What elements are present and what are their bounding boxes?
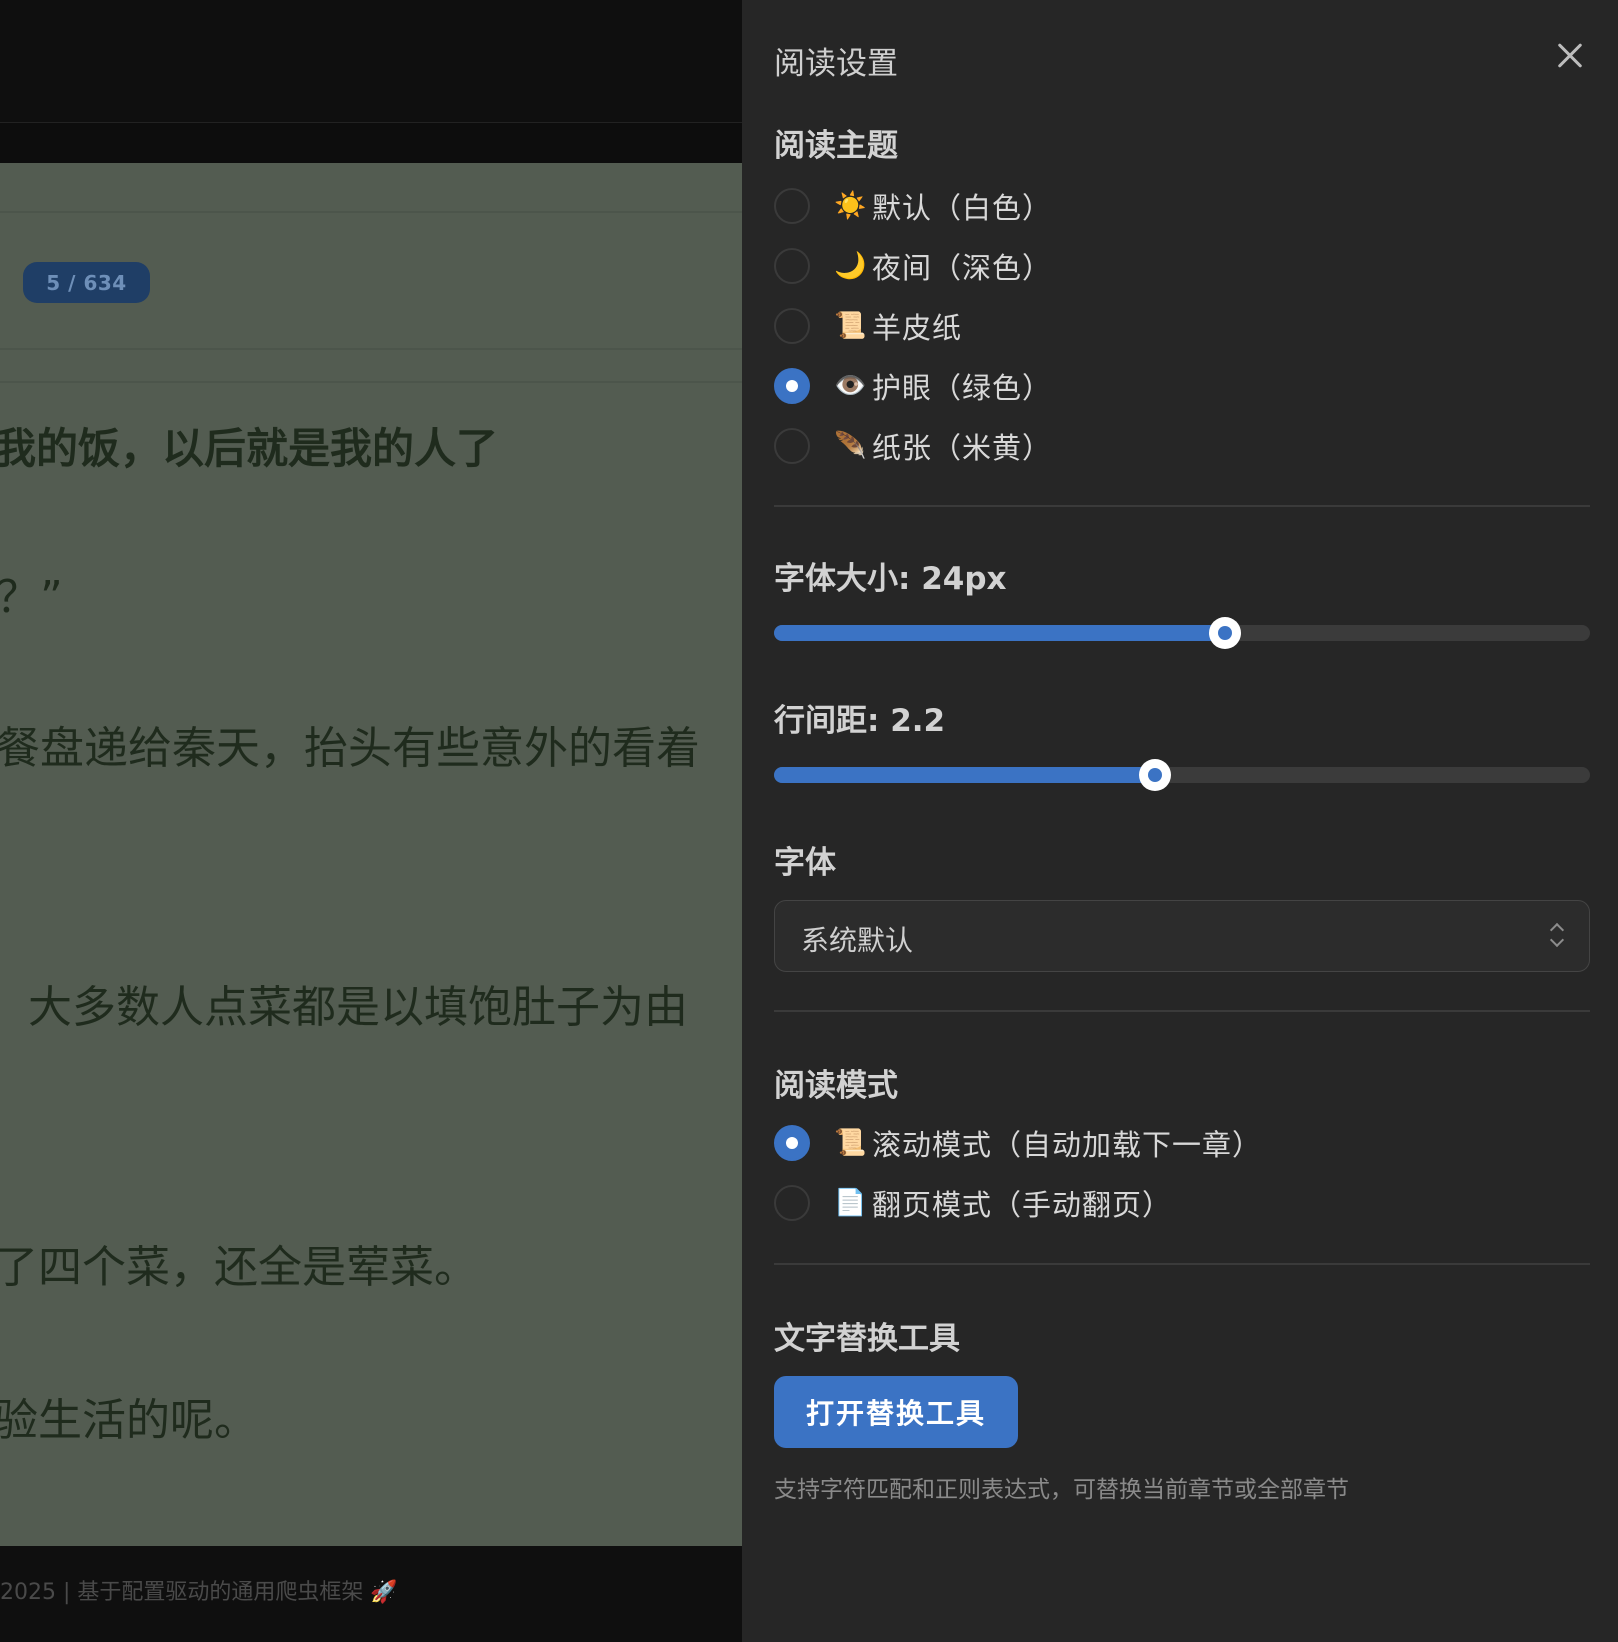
theme-option-label: 护眼（绿色） [872,371,1053,405]
footer-text: 2025 | 基于配置驱动的通用爬虫框架 🚀 [0,1580,398,1605]
radio-button[interactable] [774,248,810,284]
theme-option-label: 纸张（米黄） [872,431,1053,465]
scroll-icon: 📜 [834,311,867,341]
radio-button[interactable] [774,188,810,224]
theme-option-eye-care[interactable]: 👁️ 护眼（绿色） [774,365,1052,407]
content-divider [0,381,742,383]
section-divider [774,1010,1590,1012]
font-select-value: 系统默认 [801,924,914,957]
line-height-slider[interactable] [774,759,1590,791]
theme-option-default[interactable]: ☀️ 默认（白色） [774,185,1052,227]
theme-option-label: 默认（白色） [872,191,1053,225]
scroll-icon: 📜 [834,1128,867,1158]
theme-option-label: 羊皮纸 [872,311,963,345]
font-section-title: 字体 [774,845,836,881]
mode-section-title: 阅读模式 [774,1068,898,1104]
theme-option-paper[interactable]: 🪶 纸张（米黄） [774,425,1052,467]
moon-icon: 🌙 [834,251,867,281]
paragraph: 餐盘递给秦天，抬头有些意外的看着 [0,723,700,774]
section-divider [774,505,1590,507]
reader-footer: 2025 | 基于配置驱动的通用爬虫框架 🚀 [0,1546,742,1642]
panel-title: 阅读设置 [774,46,898,82]
font-size-slider[interactable] [774,617,1590,649]
theme-option-label: 夜间（深色） [872,251,1053,285]
radio-button-selected[interactable] [774,1125,810,1161]
reader-sub-bar [0,123,742,163]
section-divider [774,1263,1590,1265]
mode-option-page[interactable]: 📄 翻页模式（手动翻页） [774,1182,1172,1224]
replace-hint-text: 支持字符匹配和正则表达式，可替换当前章节或全部章节 [774,1477,1349,1503]
paragraph: 大多数人点菜都是以填饱肚子为由 [28,982,688,1033]
paragraph: 我的饭，以后就是我的人了 [0,424,499,473]
paragraph: ？” [0,572,63,623]
line-height-label: 行间距: 2.2 [774,703,946,739]
slider-thumb[interactable] [1139,759,1171,791]
theme-option-parchment[interactable]: 📜 羊皮纸 [774,305,962,347]
paragraph: 了四个菜，还全是荤菜。 [0,1242,478,1293]
radio-button[interactable] [774,308,810,344]
paragraph: 验生活的呢。 [0,1395,258,1446]
radio-button[interactable] [774,428,810,464]
font-select[interactable]: 系统默认 [774,900,1590,972]
mode-option-label: 滚动模式（自动加载下一章） [872,1128,1263,1162]
reading-settings-panel: 阅读设置 阅读主题 ☀️ 默认（白色） 🌙 夜间（深色） 📜 羊皮纸 👁️ 护眼… [742,0,1618,1642]
slider-thumb[interactable] [1209,617,1241,649]
open-replace-tool-button[interactable]: 打开替换工具 [774,1376,1018,1448]
reader-top-bar [0,0,742,123]
feather-icon: 🪶 [834,431,867,461]
slider-fill [774,767,1155,783]
mode-option-label: 翻页模式（手动翻页） [872,1188,1173,1222]
eye-icon: 👁️ [834,371,867,401]
reader-content: 5 / 634 我的饭，以后就是我的人了 ？” 餐盘递给秦天，抬头有些意外的看着… [0,163,742,1546]
content-divider [0,211,742,213]
radio-button[interactable] [774,1185,810,1221]
content-divider [0,348,742,350]
slider-fill [774,625,1225,641]
mode-option-scroll[interactable]: 📜 滚动模式（自动加载下一章） [774,1122,1262,1164]
page-icon: 📄 [834,1188,867,1218]
replace-section-title: 文字替换工具 [774,1321,960,1357]
page-progress-badge: 5 / 634 [23,262,150,303]
font-size-label: 字体大小: 24px [774,561,1007,597]
theme-section-title: 阅读主题 [774,128,898,164]
radio-button-selected[interactable] [774,368,810,404]
sun-icon: ☀️ [834,191,867,221]
theme-option-night[interactable]: 🌙 夜间（深色） [774,245,1052,287]
chevron-up-down-icon [1549,921,1565,949]
close-icon[interactable] [1552,38,1588,74]
